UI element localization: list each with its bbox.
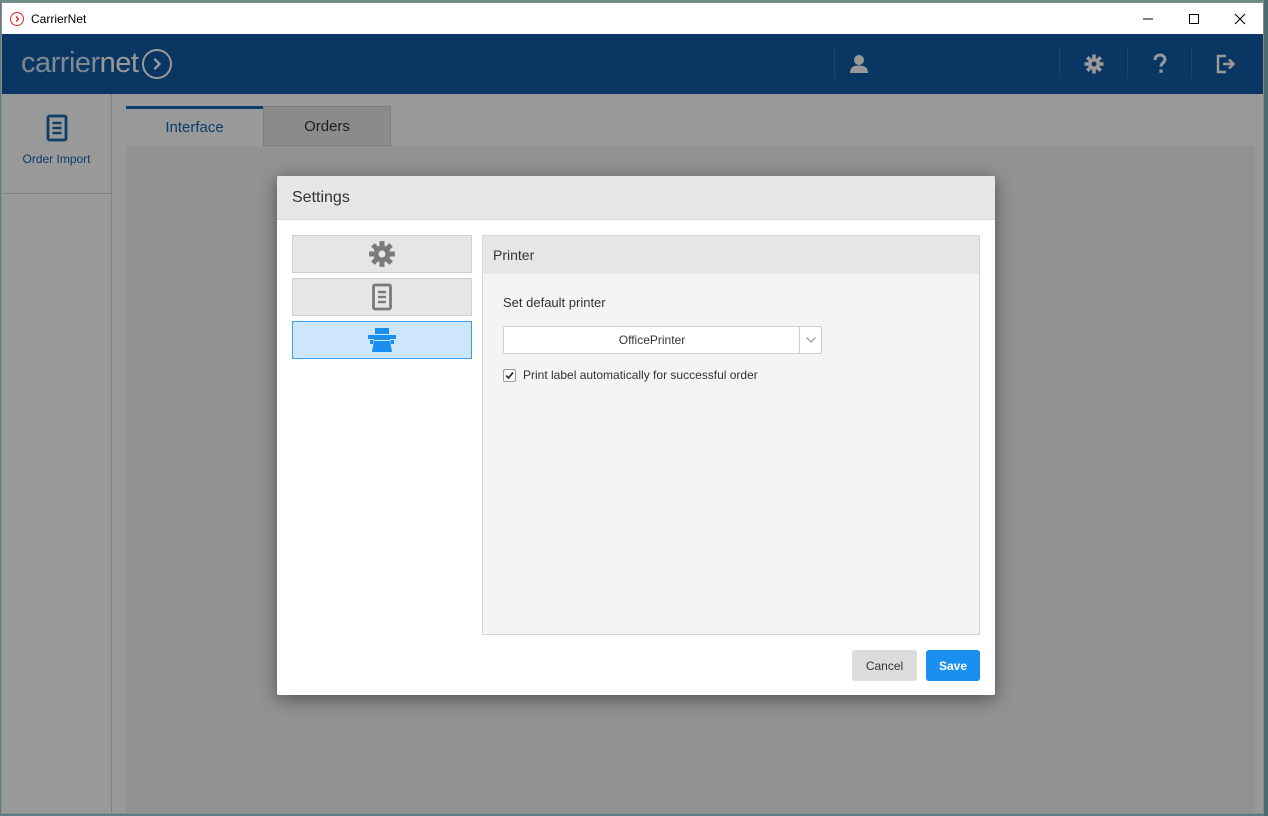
window-title: CarrierNet (31, 11, 87, 26)
default-printer-label: Set default printer (503, 295, 606, 310)
cancel-button[interactable]: Cancel (852, 650, 917, 681)
title-bar: CarrierNet (2, 3, 1263, 34)
auto-print-checkbox[interactable] (503, 368, 516, 382)
minimize-icon (1143, 18, 1153, 19)
dialog-title: Settings (277, 176, 995, 220)
save-button[interactable]: Save (926, 650, 980, 681)
maximize-button[interactable] (1171, 3, 1217, 34)
gear-icon (369, 241, 395, 267)
auto-print-option[interactable]: Print label automatically for successful… (503, 368, 758, 382)
printer-select[interactable]: OfficePrinter (503, 326, 822, 354)
app-logo-icon (10, 11, 24, 26)
settings-category-general[interactable] (292, 235, 472, 273)
close-button[interactable] (1217, 3, 1263, 34)
checkmark-icon (505, 371, 514, 379)
minimize-button[interactable] (1125, 3, 1171, 34)
auto-print-label: Print label automatically for successful… (523, 368, 758, 382)
close-icon (1234, 13, 1246, 24)
chevron-down-icon[interactable] (799, 327, 821, 353)
printer-settings-panel: Printer Set default printer OfficePrinte… (482, 235, 980, 635)
maximize-icon (1189, 13, 1199, 24)
desktop-background-edge (1264, 0, 1268, 816)
printer-icon (368, 328, 396, 352)
document-icon (372, 283, 392, 311)
printer-select-value: OfficePrinter (618, 333, 686, 347)
settings-category-printer[interactable] (292, 321, 472, 359)
window-controls (1125, 3, 1263, 34)
settings-category-orders[interactable] (292, 278, 472, 316)
settings-dialog: Settings Printer Set default printer Off… (277, 176, 995, 695)
panel-title: Printer (483, 236, 979, 274)
